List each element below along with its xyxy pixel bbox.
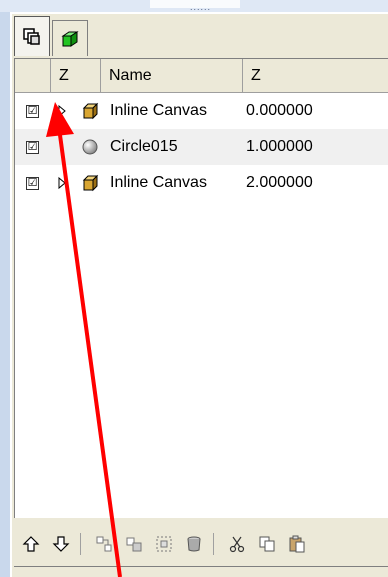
green-cube-icon [61, 30, 79, 47]
visibility-checkbox[interactable]: ☑ [26, 140, 39, 154]
delete-button[interactable] [181, 531, 207, 557]
layer-row[interactable]: ☑ Inline Canvas 2.000000 [15, 165, 388, 201]
toolbar-separator [213, 533, 214, 555]
layers-icon [23, 27, 40, 45]
status-bar [14, 566, 388, 577]
group-icon [96, 536, 112, 552]
header-z-right[interactable]: Z [243, 59, 388, 93]
copy-button[interactable] [254, 531, 280, 557]
layer-name: Circle015 [110, 138, 178, 155]
cut-icon [229, 536, 245, 553]
select-icon [156, 536, 172, 552]
box-icon [82, 174, 99, 192]
layer-z-value: 0.000000 [246, 102, 313, 119]
ungroup-button[interactable] [121, 531, 147, 557]
circle-icon [82, 139, 98, 155]
backdrop-dots: ...... [190, 2, 212, 12]
layer-tree: Z Name Z ☑ Inline Canvas 0.000000 ☑ Circ… [14, 58, 388, 518]
move-down-icon [52, 536, 70, 552]
header-toggle-column[interactable] [15, 59, 51, 93]
move-down-button[interactable] [48, 531, 74, 557]
expand-triangle-icon[interactable] [57, 104, 67, 118]
layer-row[interactable]: ☑ Inline Canvas 0.000000 [15, 93, 388, 129]
group-button[interactable] [91, 531, 117, 557]
layer-row[interactable]: ☑ Circle015 1.000000 [15, 129, 388, 165]
paste-button[interactable] [284, 531, 310, 557]
expand-triangle-icon[interactable] [57, 176, 67, 190]
move-up-icon [22, 536, 40, 552]
select-button[interactable] [151, 531, 177, 557]
column-headers: Z Name Z [15, 59, 388, 93]
header-z-left[interactable]: Z [51, 59, 101, 93]
cut-button[interactable] [224, 531, 250, 557]
panel-tabs [14, 16, 90, 58]
layer-name: Inline Canvas [110, 102, 207, 119]
box-icon [82, 102, 99, 120]
header-name[interactable]: Name [101, 59, 243, 93]
tab-layers[interactable] [14, 16, 50, 56]
copy-icon [259, 536, 275, 552]
delete-icon [187, 536, 201, 552]
layer-z-value: 1.000000 [246, 138, 313, 155]
layers-panel: Z Name Z ☑ Inline Canvas 0.000000 ☑ Circ… [10, 12, 388, 577]
move-up-button[interactable] [18, 531, 44, 557]
visibility-checkbox[interactable]: ☑ [26, 176, 39, 190]
toolbar-separator [80, 533, 81, 555]
layer-name: Inline Canvas [110, 174, 207, 191]
paste-icon [289, 535, 305, 553]
layer-z-value: 2.000000 [246, 174, 313, 191]
tab-3d[interactable] [52, 20, 88, 56]
layers-toolbar [14, 526, 388, 562]
ungroup-icon [126, 537, 142, 552]
visibility-checkbox[interactable]: ☑ [26, 104, 39, 118]
